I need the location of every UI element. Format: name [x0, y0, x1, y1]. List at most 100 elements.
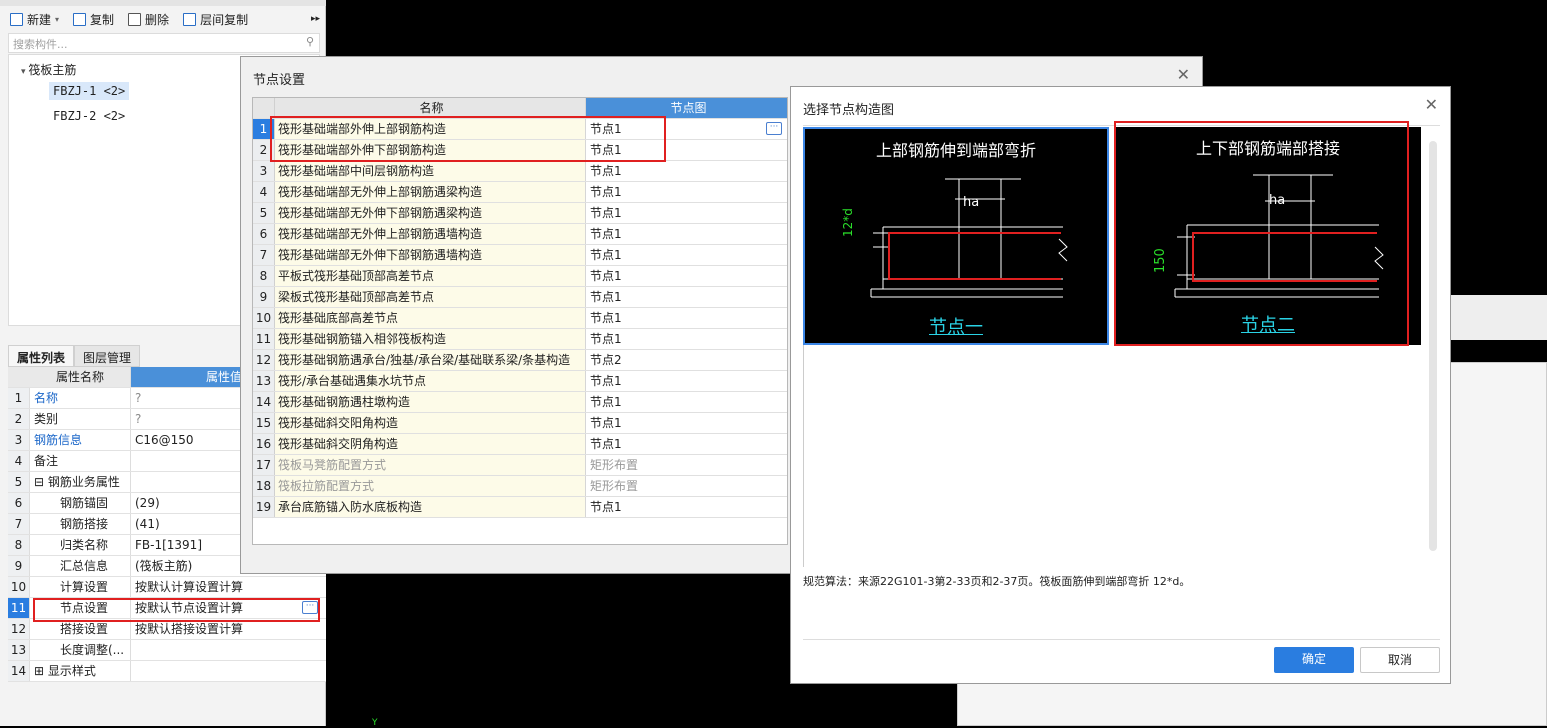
property-row[interactable]: 10 计算设置 按默认计算设置计算	[8, 577, 326, 598]
more-options-icon[interactable]: ···	[766, 122, 782, 135]
diagram-caption: 节点一	[929, 317, 983, 338]
property-name-text: 类别	[34, 412, 59, 426]
node-value[interactable]: 节点1	[586, 308, 787, 328]
row-number: 9	[253, 287, 275, 307]
highlight-rows-1-2	[270, 116, 666, 162]
node-value[interactable]: 矩形布置	[586, 476, 787, 496]
dim-label-left: 12*d	[841, 208, 855, 237]
property-row[interactable]: 14 ⊞ 显示样式	[8, 661, 326, 682]
node-row[interactable]: 14 筏形基础钢筋遇柱墩构造 节点1	[253, 392, 787, 413]
node-value[interactable]: 节点1	[586, 329, 787, 349]
node-row[interactable]: 3 筏形基础端部中间层钢筋构造 节点1	[253, 161, 787, 182]
col-name: 名称	[275, 98, 586, 118]
tab-property-list[interactable]: 属性列表	[8, 345, 75, 367]
node-row[interactable]: 13 筏形/承台基础遇集水坑节点 节点1	[253, 371, 787, 392]
row-number: 14	[253, 392, 275, 412]
search-icon[interactable]: ⚲	[306, 35, 314, 48]
dim-label-ha: ha	[963, 195, 980, 210]
tree-item-fbzj-1[interactable]: FBZJ-1 <2>	[49, 82, 130, 100]
node-value-text: 节点1	[590, 395, 622, 409]
row-number: 19	[253, 497, 275, 517]
row-number: 12	[8, 619, 30, 639]
tree-root[interactable]: ▾ 筏板主筋	[21, 61, 76, 78]
tab-layer-management[interactable]: 图层管理	[74, 345, 141, 367]
dropdown-arrow-icon[interactable]: ▾	[55, 15, 59, 24]
property-row[interactable]: 12 搭接设置 按默认搭接设置计算	[8, 619, 326, 640]
node-value[interactable]: 节点1	[586, 203, 787, 223]
property-name: ⊟ 钢筋业务属性	[30, 472, 131, 492]
node-value[interactable]: 矩形布置	[586, 455, 787, 475]
expand-icon[interactable]: ⊞	[34, 664, 48, 678]
layer-copy-icon	[183, 12, 197, 26]
ok-button[interactable]: 确定	[1274, 647, 1354, 673]
close-icon[interactable]: ✕	[1425, 95, 1438, 114]
property-row[interactable]: 13 长度调整(...	[8, 640, 326, 661]
node-value[interactable]: 节点1	[586, 392, 787, 412]
close-icon[interactable]: ✕	[1177, 65, 1190, 84]
node-name: 承台底筋锚入防水底板构造	[275, 497, 586, 517]
row-number: 4	[253, 182, 275, 202]
delete-button[interactable]: 删除	[128, 11, 169, 28]
layer-copy-button[interactable]: 层间复制	[183, 11, 248, 28]
node-name: 筏形/承台基础遇集水坑节点	[275, 371, 586, 391]
node-value[interactable]: 节点1	[586, 497, 787, 517]
property-name-text: 钢筋业务属性	[47, 475, 120, 489]
cancel-button[interactable]: 取消	[1360, 647, 1440, 673]
property-name-text: 名称	[34, 391, 59, 405]
node-value[interactable]: 节点2	[586, 350, 787, 370]
property-value[interactable]	[131, 661, 326, 681]
node-value[interactable]: 节点1	[586, 161, 787, 181]
node-row[interactable]: 19 承台底筋锚入防水底板构造 节点1	[253, 497, 787, 518]
node-row[interactable]: 7 筏形基础端部无外伸下部钢筋遇墙构造 节点1	[253, 245, 787, 266]
node-row[interactable]: 15 筏形基础斜交阳角构造 节点1	[253, 413, 787, 434]
expand-icon[interactable]: ⊟	[34, 475, 48, 489]
node-name: 筏形基础斜交阴角构造	[275, 434, 586, 454]
new-button[interactable]: 新建 ▾	[10, 11, 59, 28]
node-row[interactable]: 12 筏形基础钢筋遇承台/独基/承台梁/基础联系梁/条基构造 节点2	[253, 350, 787, 371]
row-number: 11	[253, 329, 275, 349]
node-value[interactable]: 节点1	[586, 266, 787, 286]
node-row[interactable]: 17 筏板马凳筋配置方式 矩形布置	[253, 455, 787, 476]
node-diagram-option-1[interactable]: 上部钢筋伸到端部弯折 ha 12*d 节点一	[803, 127, 1109, 345]
node-row[interactable]: 9 梁板式筏形基础顶部高差节点 节点1	[253, 287, 787, 308]
node-value-text: 节点2	[590, 353, 622, 367]
more-icon[interactable]: ▸▸	[311, 14, 320, 24]
node-name: 筏形基础端部无外伸上部钢筋遇梁构造	[275, 182, 586, 202]
node-row[interactable]: 10 筏形基础底部高差节点 节点1	[253, 308, 787, 329]
node-row[interactable]: 18 筏板拉筋配置方式 矩形布置	[253, 476, 787, 497]
new-label: 新建	[27, 12, 52, 27]
node-value-text: 节点1	[590, 311, 622, 325]
delete-label: 删除	[145, 12, 170, 27]
node-value[interactable]: 节点1	[586, 371, 787, 391]
node-row[interactable]: 16 筏形基础斜交阴角构造 节点1	[253, 434, 787, 455]
search-placeholder: 搜索构件...	[13, 38, 68, 51]
row-number: 7	[253, 245, 275, 265]
search-input[interactable]: 搜索构件... ⚲	[8, 33, 320, 53]
copy-button[interactable]: 复制	[73, 11, 114, 28]
property-value[interactable]: 按默认计算设置计算	[131, 577, 326, 597]
node-row[interactable]: 4 筏形基础端部无外伸上部钢筋遇梁构造 节点1	[253, 182, 787, 203]
tree-item-fbzj-2[interactable]: FBZJ-2 <2>	[49, 107, 129, 125]
node-row[interactable]: 5 筏形基础端部无外伸下部钢筋遇梁构造 节点1	[253, 203, 787, 224]
node-value[interactable]: 节点1	[586, 413, 787, 433]
property-name: ⊞ 显示样式	[30, 661, 131, 681]
node-value[interactable]: 节点1	[586, 287, 787, 307]
row-number: 5	[8, 472, 30, 492]
node-row[interactable]: 8 平板式筏形基础顶部高差节点 节点1	[253, 266, 787, 287]
property-value[interactable]	[131, 640, 326, 660]
scrollbar[interactable]	[1429, 141, 1437, 551]
row-number: 17	[253, 455, 275, 475]
node-value[interactable]: 节点1	[586, 245, 787, 265]
tree-root-label: 筏板主筋	[28, 63, 77, 77]
node-value[interactable]: 节点1	[586, 182, 787, 202]
property-value[interactable]: 按默认搭接设置计算	[131, 619, 326, 639]
node-row[interactable]: 11 筏形基础钢筋锚入相邻筏板构造 节点1	[253, 329, 787, 350]
node-value-text: 节点1	[590, 437, 622, 451]
node-value[interactable]: 节点1	[586, 224, 787, 244]
node-value[interactable]: 节点1	[586, 434, 787, 454]
divider	[803, 639, 1440, 640]
node-row[interactable]: 6 筏形基础端部无外伸上部钢筋遇墙构造 节点1	[253, 224, 787, 245]
copy-icon	[73, 12, 87, 26]
property-name-text: 计算设置	[60, 580, 109, 594]
node-name: 筏形基础端部无外伸下部钢筋遇梁构造	[275, 203, 586, 223]
